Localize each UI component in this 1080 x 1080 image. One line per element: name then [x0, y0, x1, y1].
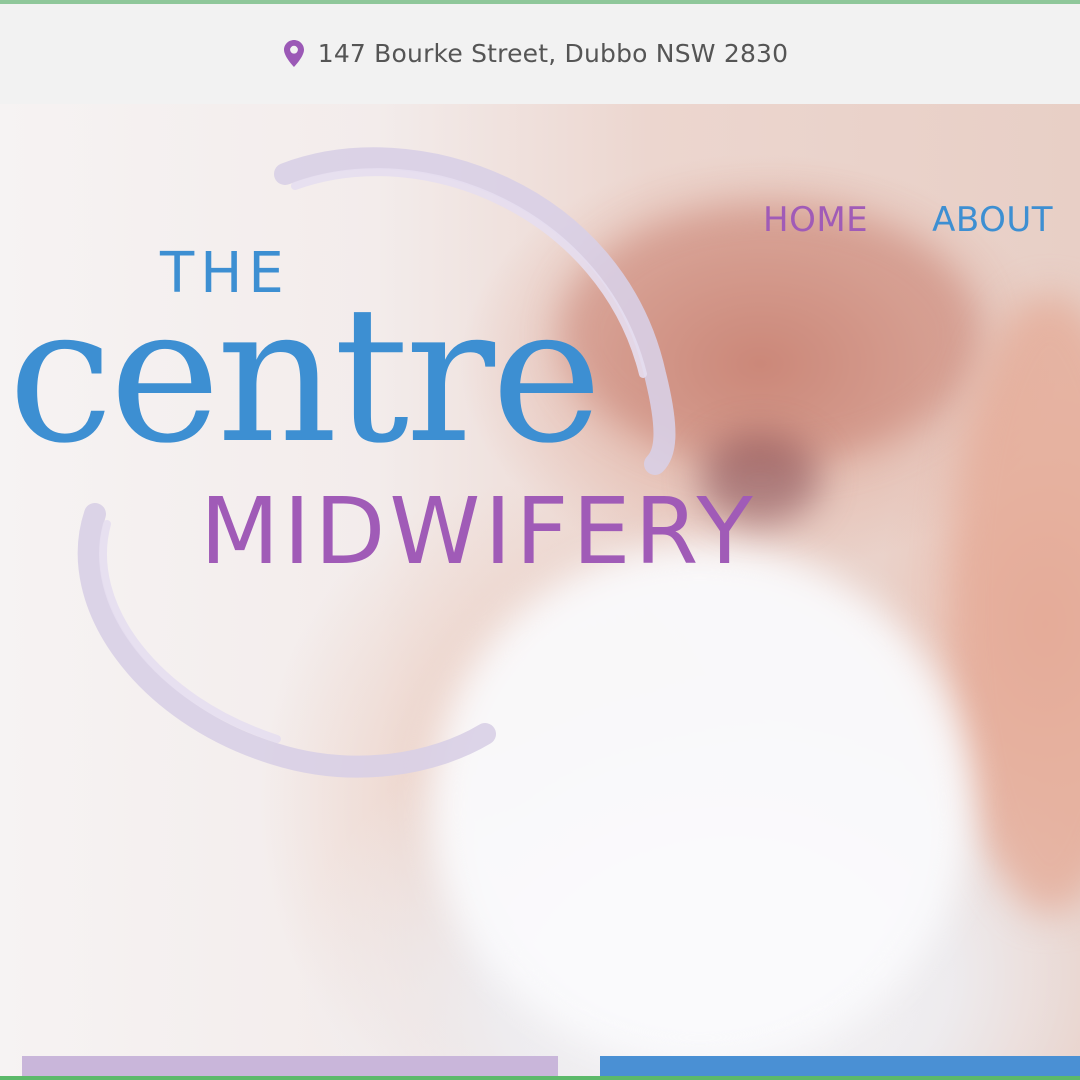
address-text: 147 Bourke Street, Dubbo NSW 2830	[317, 38, 789, 68]
main-nav: HOME ABOUT	[763, 200, 1053, 240]
logo-midwifery: MIDWIFERY	[200, 478, 757, 585]
nav-item-home[interactable]: HOME	[763, 200, 868, 240]
window-bottom-border	[0, 1076, 1080, 1080]
location-pin-icon	[283, 39, 304, 67]
hero-photo-blur-fist	[950, 294, 1080, 914]
address-line[interactable]: 147 Bourke Street, Dubbo NSW 2830	[283, 38, 789, 68]
logo-centre: centre	[8, 266, 602, 485]
top-info-bar: 147 Bourke Street, Dubbo NSW 2830	[0, 4, 1080, 102]
hero-banner: THE centre MIDWIFERY HOME ABOUT	[0, 104, 1080, 1080]
nav-item-about[interactable]: ABOUT	[932, 200, 1053, 240]
